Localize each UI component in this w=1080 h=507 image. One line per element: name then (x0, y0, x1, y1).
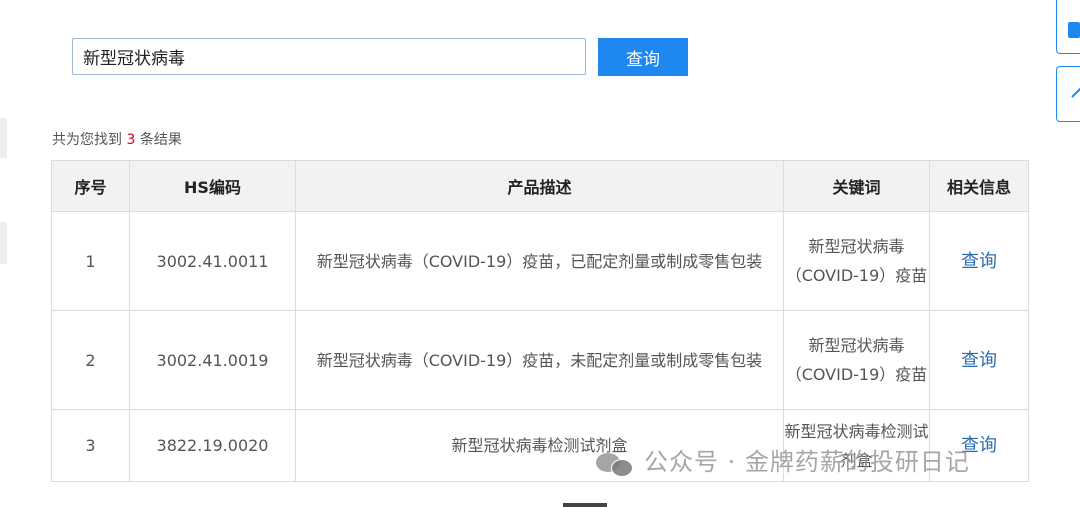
results-table: 序号 HS编码 产品描述 关键词 相关信息 1 3002.41.0011 新型冠… (51, 160, 1029, 482)
wechat-icon (596, 451, 636, 477)
cell-index: 2 (51, 310, 130, 410)
result-summary: 共为您找到 3 条结果 (52, 129, 182, 149)
cell-keywords: 新型冠状病毒（COVID-19）疫苗 (783, 211, 930, 311)
table-row: 1 3002.41.0011 新型冠状病毒（COVID-19）疫苗，已配定剂量或… (51, 211, 1029, 311)
cell-keywords: 新型冠状病毒（COVID-19）疫苗 (783, 310, 930, 410)
watermark: 公众号 · 金牌药薪的投研日记 (596, 442, 970, 477)
cell-hs-code: 3002.41.0019 (129, 310, 296, 410)
chevron-up-icon (1071, 87, 1080, 98)
cell-index: 1 (51, 211, 130, 311)
cell-hs-code: 3002.41.0011 (129, 211, 296, 311)
table-row: 2 3002.41.0019 新型冠状病毒（COVID-19）疫苗，未配定剂量或… (51, 310, 1029, 410)
search-button[interactable]: 查询 (598, 38, 688, 76)
header-description: 产品描述 (295, 160, 784, 212)
header-index: 序号 (51, 160, 130, 212)
search-input[interactable] (72, 38, 586, 75)
cell-related: 查询 (929, 310, 1029, 410)
result-summary-suffix: 条结果 (135, 132, 182, 148)
lookup-link[interactable]: 查询 (961, 350, 997, 371)
result-summary-prefix: 共为您找到 (52, 132, 127, 148)
bottom-edge-tab (563, 503, 607, 507)
header-hs-code: HS编码 (129, 160, 296, 212)
cell-description: 新型冠状病毒（COVID-19）疫苗，未配定剂量或制成零售包装 (295, 310, 784, 410)
like-button[interactable] (1056, 0, 1080, 54)
cell-description: 新型冠状病毒（COVID-19）疫苗，已配定剂量或制成零售包装 (295, 211, 784, 311)
header-related: 相关信息 (929, 160, 1029, 212)
left-edge-tab (0, 222, 7, 264)
cell-related: 查询 (929, 211, 1029, 311)
lookup-link[interactable]: 查询 (961, 251, 997, 272)
table-header-row: 序号 HS编码 产品描述 关键词 相关信息 (51, 160, 1029, 212)
header-keywords: 关键词 (783, 160, 930, 212)
back-to-top-button[interactable] (1056, 66, 1080, 122)
left-edge-tab (0, 118, 7, 158)
thumbs-up-icon (1068, 22, 1080, 38)
cell-index: 3 (51, 409, 130, 482)
cell-hs-code: 3822.19.0020 (129, 409, 296, 482)
watermark-text: 公众号 · 金牌药薪的投研日记 (644, 448, 970, 476)
